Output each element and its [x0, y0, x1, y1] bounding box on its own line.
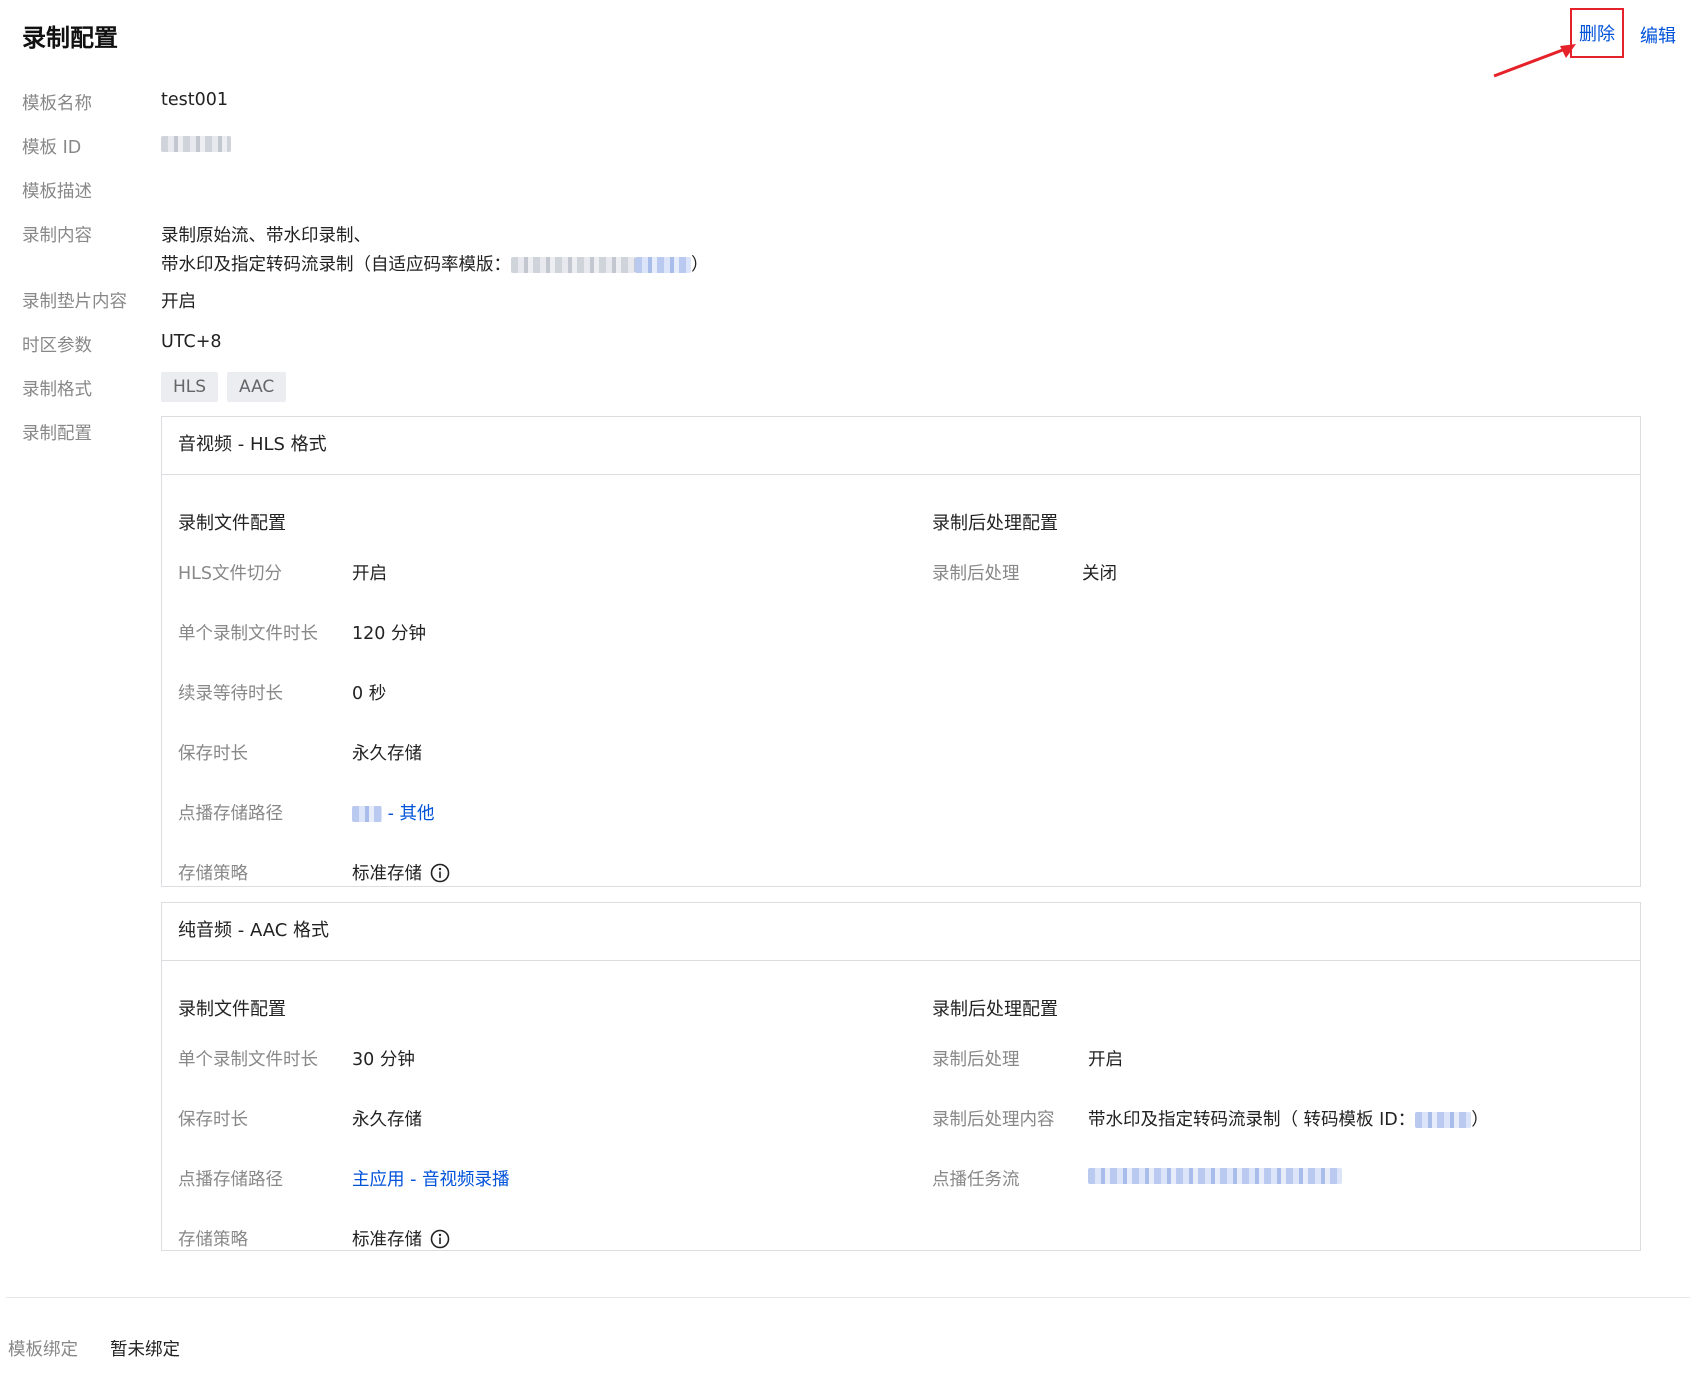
- padding-content-label: 录制垫片内容: [22, 292, 127, 312]
- annotation-arrow-icon: [1493, 44, 1576, 78]
- template-name-value: test001: [161, 90, 229, 110]
- aac-post-row-label-task-flow: 点播任务流: [932, 1170, 1020, 1190]
- info-icon[interactable]: [430, 863, 450, 883]
- aac-row-label-duration: 单个录制文件时长: [178, 1050, 318, 1070]
- aac-post-row-value-task-flow[interactable]: [1088, 1166, 1342, 1186]
- hls-config-card: 音视频 - HLS 格式 录制文件配置 录制后处理配置 HLS文件切分 开启 单…: [161, 416, 1641, 887]
- template-id-label: 模板 ID: [22, 138, 82, 158]
- redacted-app-name: [352, 806, 382, 822]
- aac-post-config-title: 录制后处理配置: [932, 999, 1058, 1020]
- template-binding-label: 模板绑定: [8, 1340, 78, 1360]
- aac-post-row-label-content: 录制后处理内容: [932, 1110, 1055, 1130]
- redacted-transcode-template-id[interactable]: [1415, 1112, 1472, 1128]
- aac-row-label-storage-policy: 存储策略: [178, 1230, 248, 1250]
- edit-button[interactable]: 编辑: [1640, 22, 1676, 48]
- aac-file-config-title: 录制文件配置: [178, 999, 286, 1020]
- aac-config-card: 纯音频 - AAC 格式 录制文件配置 录制后处理配置 单个录制文件时长 30 …: [161, 902, 1641, 1251]
- aac-row-label-vod-path: 点播存储路径: [178, 1170, 283, 1190]
- template-binding-value: 暂未绑定: [110, 1340, 180, 1360]
- hls-post-config-title: 录制后处理配置: [932, 513, 1058, 534]
- redacted-template-id: [161, 136, 231, 152]
- padding-content-value: 开启: [161, 292, 196, 312]
- aac-row-value-duration: 30 分钟: [352, 1050, 415, 1070]
- hls-row-label-storage-policy: 存储策略: [178, 864, 248, 884]
- hls-row-label-retention: 保存时长: [178, 744, 248, 764]
- delete-button-label: 删除: [1579, 24, 1615, 45]
- section-divider: [6, 1297, 1690, 1298]
- info-icon[interactable]: [430, 1229, 450, 1249]
- record-format-label: 录制格式: [22, 380, 92, 400]
- hls-row-value-retention: 永久存储: [352, 744, 422, 764]
- record-content-line2-text: 带水印及指定转码流录制（自适应码率模版：: [161, 255, 511, 275]
- hls-card-title: 音视频 - HLS 格式: [162, 417, 1640, 475]
- aac-post-row-value-content: 带水印及指定转码流录制（ 转码模板 ID： ）: [1088, 1106, 1489, 1131]
- record-content-line2: 带水印及指定转码流录制（自适应码率模版： ）: [161, 251, 709, 276]
- hls-post-row-value-process: 关闭: [1082, 564, 1117, 584]
- hls-row-value-duration: 120 分钟: [352, 624, 426, 644]
- record-content-label: 录制内容: [22, 226, 92, 246]
- hls-storage-policy-text: 标准存储: [352, 864, 422, 884]
- aac-post-content-text: 带水印及指定转码流录制（ 转码模板 ID：: [1088, 1110, 1416, 1130]
- aac-row-value-retention: 永久存储: [352, 1110, 422, 1130]
- hls-row-label-vod-path: 点播存储路径: [178, 804, 283, 824]
- template-name-label: 模板名称: [22, 94, 92, 114]
- format-tag-hls: HLS: [161, 372, 219, 402]
- aac-post-row-label-process: 录制后处理: [932, 1050, 1020, 1070]
- aac-post-content-end: ）: [1471, 1110, 1489, 1130]
- timezone-label: 时区参数: [22, 336, 92, 356]
- hls-post-row-label-process: 录制后处理: [932, 564, 1020, 584]
- hls-row-label-split: HLS文件切分: [178, 564, 283, 584]
- aac-card-title: 纯音频 - AAC 格式: [162, 903, 1640, 961]
- hls-row-label-duration: 单个录制文件时长: [178, 624, 318, 644]
- aac-post-row-value-process: 开启: [1088, 1050, 1123, 1070]
- aac-row-value-storage-policy: 标准存储: [352, 1226, 450, 1251]
- record-content-line1: 录制原始流、带水印录制、: [161, 226, 371, 246]
- template-id-value: [161, 134, 231, 154]
- format-tag-aac: AAC: [227, 372, 287, 402]
- record-config-label: 录制配置: [22, 424, 92, 444]
- aac-row-label-retention: 保存时长: [178, 1110, 248, 1130]
- hls-vod-path-text: - 其他: [382, 804, 435, 824]
- redacted-template-name: [511, 257, 635, 273]
- aac-storage-policy-text: 标准存储: [352, 1230, 422, 1250]
- record-content-line2-end: ）: [691, 255, 709, 275]
- hls-file-config-title: 录制文件配置: [178, 513, 286, 534]
- hls-vod-path-link[interactable]: - 其他: [352, 800, 434, 825]
- timezone-value: UTC+8: [161, 332, 222, 352]
- delete-button[interactable]: 删除: [1570, 8, 1624, 58]
- redacted-template-link[interactable]: [635, 257, 691, 273]
- template-desc-label: 模板描述: [22, 182, 92, 202]
- hls-row-value-storage-policy: 标准存储: [352, 860, 450, 885]
- redacted-task-flow-link[interactable]: [1088, 1168, 1342, 1184]
- hls-row-value-split: 开启: [352, 564, 387, 584]
- hls-row-label-resume-wait: 续录等待时长: [178, 684, 283, 704]
- hls-row-value-resume-wait: 0 秒: [352, 684, 387, 704]
- page-title: 录制配置: [22, 24, 118, 52]
- aac-vod-path-link[interactable]: 主应用 - 音视频录播: [352, 1166, 509, 1191]
